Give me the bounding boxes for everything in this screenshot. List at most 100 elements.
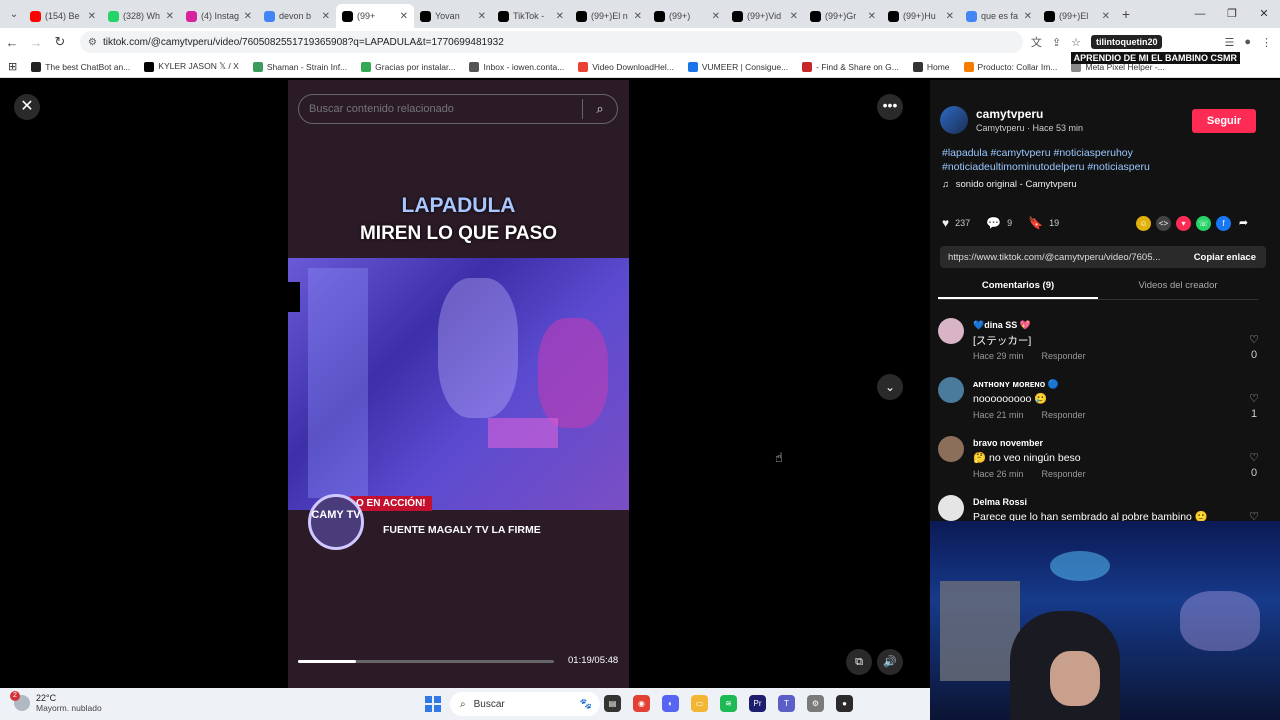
browser-tab[interactable]: (99+)Hu ✕	[882, 4, 960, 28]
browser-tab[interactable]: (99+ ✕	[336, 4, 414, 28]
url-field[interactable]: ⚙ tiktok.com/@camytvperu/video/760508255…	[80, 31, 1023, 53]
profile-chip[interactable]: tilintoquetin20	[1090, 35, 1163, 49]
tab-creator-videos[interactable]: Videos del creador	[1098, 280, 1258, 299]
browser-menu-icon[interactable]: ⋮	[1261, 36, 1272, 49]
close-video-button[interactable]: ✕	[14, 94, 40, 120]
browser-tab[interactable]: (99+) ✕	[648, 4, 726, 28]
browser-tab[interactable]: TikTok - ✕	[492, 4, 570, 28]
comment-username[interactable]: bravo november	[973, 438, 1043, 448]
new-tab-button[interactable]: +	[1116, 6, 1136, 22]
browser-tab[interactable]: (99+)El ✕	[1038, 4, 1116, 28]
avatar[interactable]	[938, 495, 964, 521]
close-tab-icon[interactable]: ✕	[790, 11, 798, 22]
spotify-icon[interactable]: ≋	[720, 695, 737, 712]
browser-tab[interactable]: devon b ✕	[258, 4, 336, 28]
close-tab-icon[interactable]: ✕	[868, 11, 876, 22]
reply-button[interactable]: Responder	[1042, 469, 1086, 479]
close-tab-icon[interactable]: ✕	[478, 11, 486, 22]
follow-button[interactable]: Seguir	[1192, 109, 1256, 133]
taskbar-search[interactable]: ⌕ Buscar 🐾	[450, 692, 600, 716]
browser-tab[interactable]: (99+)Vid ✕	[726, 4, 804, 28]
tab-comments[interactable]: Comentarios (9)	[938, 280, 1098, 299]
minimize-button[interactable]: —	[1184, 0, 1216, 28]
maximize-button[interactable]: ❐	[1216, 0, 1248, 28]
comment-stat[interactable]: 💬 9	[986, 216, 1012, 230]
file-explorer-icon[interactable]: ▭	[691, 695, 708, 712]
avatar[interactable]: ●	[1244, 36, 1251, 48]
premiere-icon[interactable]: Pr	[749, 695, 766, 712]
site-info-icon[interactable]: ⚙	[88, 37, 97, 48]
browser-tab[interactable]: (4) Instag ✕	[180, 4, 258, 28]
close-tab-icon[interactable]: ✕	[166, 11, 174, 22]
copy-link-button[interactable]: Copiar enlace	[1184, 252, 1266, 263]
chrome-icon[interactable]: ◉	[633, 695, 650, 712]
bookmark-item[interactable]: VUMEER | Consigue...	[687, 61, 788, 72]
facebook-icon[interactable]: f	[1216, 216, 1231, 231]
avatar[interactable]	[938, 436, 964, 462]
like-stat[interactable]: ♥ 237	[942, 216, 970, 230]
comment-username[interactable]: 💙dina SS 💖	[973, 320, 1031, 331]
close-tab-icon[interactable]: ✕	[556, 11, 564, 22]
related-search-input[interactable]	[309, 103, 582, 115]
windows-start-icon[interactable]	[425, 696, 441, 712]
reload-button[interactable]: ↻	[48, 34, 72, 50]
bookmark-star-icon[interactable]: ☆	[1071, 36, 1081, 49]
author-avatar[interactable]	[940, 106, 968, 134]
back-button[interactable]: ←	[0, 35, 24, 50]
close-tab-icon[interactable]: ✕	[712, 11, 720, 22]
more-options-button[interactable]: •••	[877, 94, 903, 120]
browser-tab[interactable]: que es fa ✕	[960, 4, 1038, 28]
comment-username[interactable]: ᴀɴᴛʜᴏɴʏ ᴍᴏʀᴇɴᴏ 🔵	[973, 379, 1059, 390]
close-tab-icon[interactable]: ✕	[322, 11, 330, 22]
apps-grid-icon[interactable]: ⊞	[8, 60, 17, 73]
bookmark-item[interactable]: Home	[912, 61, 950, 72]
obs-icon[interactable]: ●	[836, 695, 853, 712]
bookmark-item[interactable]: Video DownloadHel...	[578, 61, 674, 72]
install-icon[interactable]: ⇪	[1052, 36, 1061, 49]
hashtags[interactable]: #lapadula #camytvperu #noticiasperuhoy #…	[942, 146, 1262, 174]
translate-icon[interactable]: 文	[1031, 34, 1042, 50]
close-tab-icon[interactable]: ✕	[88, 11, 96, 22]
comment-like[interactable]: ♡ 1	[1249, 392, 1259, 422]
whatsapp-icon[interactable]: ☏	[1196, 216, 1211, 231]
browser-tab[interactable]: (154) Be ✕	[24, 4, 102, 28]
send-icon[interactable]: ▾	[1176, 216, 1191, 231]
reply-button[interactable]: Responder	[1042, 410, 1086, 420]
extensions-icon[interactable]: ☰	[1224, 36, 1234, 49]
forward-button[interactable]: →	[24, 35, 48, 50]
bookmark-item[interactable]: Gracias por instalar...	[361, 61, 455, 72]
comment-like[interactable]: ♡ 0	[1249, 451, 1259, 481]
save-stat[interactable]: 🔖 19	[1028, 216, 1059, 230]
tab-search-dropdown[interactable]: ⌄	[4, 9, 24, 20]
avatar[interactable]	[938, 318, 964, 344]
teams-icon[interactable]: T	[778, 695, 795, 712]
browser-tab[interactable]: Yovan ✕	[414, 4, 492, 28]
avatar[interactable]	[938, 377, 964, 403]
miniplayer-button[interactable]: ⧉	[846, 649, 872, 675]
bookmark-item[interactable]: KYLER JASON 𝕏 / X	[144, 61, 239, 72]
close-window-button[interactable]: ✕	[1248, 0, 1280, 28]
bookmark-item[interactable]: Shaman - Strain Inf...	[252, 61, 347, 72]
discord-icon[interactable]: ◐	[662, 695, 679, 712]
search-icon[interactable]: ⌕	[583, 101, 617, 117]
volume-button[interactable]: 🔊	[877, 649, 903, 675]
comment-username[interactable]: Delma Rossi	[973, 497, 1027, 507]
browser-tab[interactable]: (99+)Gr ✕	[804, 4, 882, 28]
embed-icon[interactable]: <>	[1156, 216, 1171, 231]
close-tab-icon[interactable]: ✕	[244, 11, 252, 22]
author-username[interactable]: camytvperu	[976, 107, 1083, 121]
bookmark-item[interactable]: Producto: Collar Im...	[963, 61, 1057, 72]
share-arrow-icon[interactable]: ➦	[1236, 216, 1251, 231]
browser-tab[interactable]: (328) Wh ✕	[102, 4, 180, 28]
author-block[interactable]: camytvperu Camytvperu · Hace 53 min	[940, 106, 1083, 134]
close-tab-icon[interactable]: ✕	[1102, 11, 1110, 22]
settings-gear-icon[interactable]: ⚙	[807, 695, 824, 712]
coin-icon[interactable]: ☺	[1136, 216, 1151, 231]
close-tab-icon[interactable]: ✕	[1024, 11, 1032, 22]
bookmark-item[interactable]: Inbox - iowen.conta...	[469, 61, 564, 72]
task-view-icon[interactable]: ▤	[604, 695, 621, 712]
video-player[interactable]: LAPADULA MIREN LO QUE PASO O EN ACCIÓN! …	[288, 80, 629, 688]
comment-like[interactable]: ♡ 0	[1249, 333, 1259, 363]
weather-widget[interactable]: 2 22°C Mayorm. nublado	[10, 691, 102, 713]
reply-button[interactable]: Responder	[1042, 351, 1086, 361]
